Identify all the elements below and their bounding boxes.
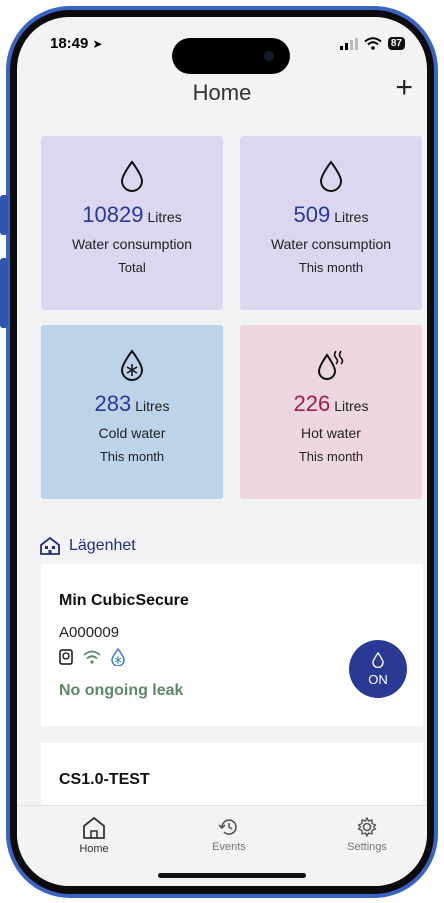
section-title: Lägenhet: [69, 537, 136, 554]
card-sub: This month: [99, 449, 165, 464]
camera-icon: [264, 51, 274, 61]
home-icon: [83, 817, 105, 839]
card-value: 226: [293, 391, 331, 416]
card-label: Hot water: [301, 425, 361, 441]
card-label: Cold water: [98, 425, 166, 441]
drop-icon: [372, 651, 384, 669]
device-status-icons: [59, 648, 125, 666]
history-icon: [218, 819, 237, 835]
tab-home[interactable]: Home: [74, 816, 114, 855]
tab-events[interactable]: Events: [207, 816, 251, 853]
wifi-icon: [364, 37, 382, 50]
valve-toggle-button[interactable]: ON: [349, 640, 407, 698]
device-card[interactable]: Min CubicSecure A000009 No ongoing leak …: [41, 564, 423, 726]
time-text: 18:49: [50, 35, 89, 52]
gear-icon: [357, 817, 377, 837]
add-button[interactable]: +: [395, 73, 413, 103]
device-card[interactable]: CS1.0-TEST: [41, 743, 423, 813]
tab-label: Events: [212, 841, 246, 853]
volume-down-button: [0, 258, 8, 328]
drop-icon: [319, 160, 343, 192]
cold-drop-icon: [111, 648, 125, 666]
card-unit: Litres: [135, 398, 170, 414]
valve-icon: [59, 649, 73, 665]
hot-water-icon: [317, 350, 344, 380]
card-sub: Total: [118, 260, 146, 275]
cold-drop-icon: [120, 349, 144, 381]
device-name: CS1.0-TEST: [59, 771, 150, 788]
tab-label: Home: [79, 843, 109, 855]
card-value: 283: [94, 391, 132, 416]
card-unit: Litres: [334, 209, 369, 225]
hot-water-card[interactable]: 226 Litres Hot water This month: [240, 325, 422, 499]
dynamic-island: [172, 38, 290, 74]
toggle-label: ON: [368, 672, 388, 687]
card-unit: Litres: [334, 398, 369, 414]
drop-icon: [120, 160, 144, 192]
section-header: Lägenhet: [39, 536, 136, 556]
tab-settings[interactable]: Settings: [337, 816, 397, 853]
card-label: Water consumption: [270, 236, 392, 252]
signal-icon: [339, 37, 358, 50]
location-arrow-icon: ➤: [92, 37, 103, 51]
tab-label: Settings: [347, 841, 387, 853]
cold-water-card[interactable]: 283 Litres Cold water This month: [41, 325, 223, 499]
card-sub: This month: [298, 449, 364, 464]
apartment-icon: [40, 536, 60, 555]
battery-icon: 87: [387, 37, 405, 50]
card-sub: This month: [298, 260, 364, 275]
card-value: 509: [293, 202, 331, 227]
card-label: Water consumption: [71, 236, 193, 252]
leak-status: No ongoing leak: [59, 682, 184, 699]
wifi-icon: [83, 650, 101, 664]
status-indicators: 87: [339, 37, 405, 50]
status-time: 18:49 ➤: [50, 35, 103, 52]
card-value: 10829: [82, 202, 144, 227]
home-indicator[interactable]: [158, 873, 306, 878]
page-title: Home: [192, 80, 252, 105]
month-consumption-card[interactable]: 509 Litres Water consumption This month: [240, 136, 422, 310]
total-consumption-card[interactable]: 10829 Litres Water consumption Total: [41, 136, 223, 310]
device-name: Min CubicSecure: [59, 592, 189, 609]
app-screen: 18:49 ➤ 87 Home + 10829 Litres Water cons…: [17, 17, 427, 886]
device-id: A000009: [59, 624, 120, 641]
card-unit: Litres: [147, 209, 182, 225]
volume-up-button: [0, 195, 8, 235]
